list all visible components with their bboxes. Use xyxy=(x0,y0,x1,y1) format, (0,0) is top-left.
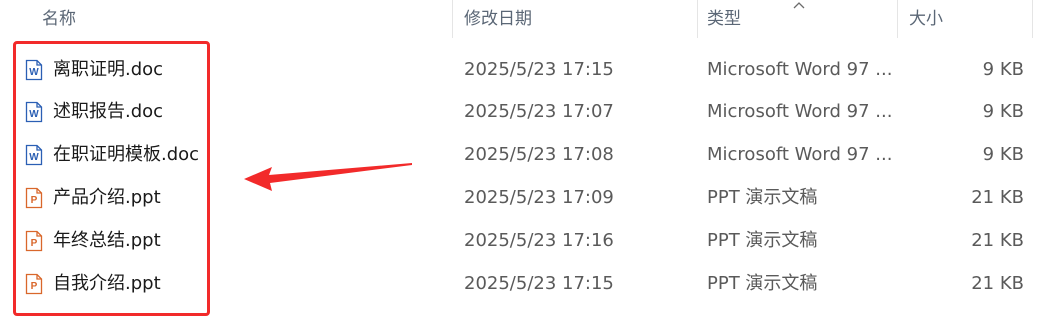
svg-text:P: P xyxy=(31,281,38,292)
file-type: Microsoft Word 97 ... xyxy=(707,144,892,165)
file-name: 自我介绍.ppt xyxy=(53,273,161,294)
column-divider[interactable] xyxy=(1032,0,1033,38)
file-name: 在职证明模板.doc xyxy=(53,144,200,165)
svg-text:W: W xyxy=(29,109,39,120)
file-size: 21 KB xyxy=(971,230,1024,251)
svg-text:W: W xyxy=(29,67,39,78)
file-type: Microsoft Word 97 ... xyxy=(707,59,892,80)
column-header-name[interactable]: 名称 xyxy=(42,0,442,38)
ppt-file-icon: P xyxy=(25,273,43,295)
file-date-modified: 2025/5/23 17:07 xyxy=(464,101,614,122)
sort-ascending-icon xyxy=(793,2,805,9)
file-size: 21 KB xyxy=(971,273,1024,294)
file-type: PPT 演示文稿 xyxy=(707,230,818,251)
file-type: Microsoft Word 97 ... xyxy=(707,101,892,122)
file-name: 述职报告.doc xyxy=(53,101,164,122)
file-row[interactable]: P 年终总结.ppt 2025/5/23 17:16 PPT 演示文稿 21 K… xyxy=(0,219,1041,262)
word-doc-icon: W xyxy=(25,59,43,81)
file-date-modified: 2025/5/23 17:08 xyxy=(464,144,614,165)
word-doc-icon: W xyxy=(25,144,43,166)
file-name: 离职证明.doc xyxy=(53,59,164,80)
file-row[interactable]: W 述职报告.doc 2025/5/23 17:07 Microsoft Wor… xyxy=(0,90,1041,133)
svg-text:W: W xyxy=(29,152,39,163)
column-header-size[interactable]: 大小 xyxy=(909,0,1029,38)
file-size: 21 KB xyxy=(971,187,1024,208)
column-header-bar: 名称 修改日期 类型 大小 xyxy=(0,0,1041,38)
svg-text:P: P xyxy=(31,195,38,206)
column-header-date-modified[interactable]: 修改日期 xyxy=(464,0,694,38)
file-name: 产品介绍.ppt xyxy=(53,187,161,208)
word-doc-icon: W xyxy=(25,101,43,123)
file-size: 9 KB xyxy=(982,101,1024,122)
file-row[interactable]: W 在职证明模板.doc 2025/5/23 17:08 Microsoft W… xyxy=(0,133,1041,176)
column-divider[interactable] xyxy=(452,0,453,38)
column-divider[interactable] xyxy=(897,0,898,38)
file-row[interactable]: P 产品介绍.ppt 2025/5/23 17:09 PPT 演示文稿 21 K… xyxy=(0,176,1041,219)
file-date-modified: 2025/5/23 17:09 xyxy=(464,187,614,208)
svg-text:P: P xyxy=(31,238,38,249)
column-divider[interactable] xyxy=(697,0,698,38)
file-type: PPT 演示文稿 xyxy=(707,187,818,208)
file-size: 9 KB xyxy=(982,144,1024,165)
file-row[interactable]: P 自我介绍.ppt 2025/5/23 17:15 PPT 演示文稿 21 K… xyxy=(0,262,1041,305)
ppt-file-icon: P xyxy=(25,187,43,209)
file-name: 年终总结.ppt xyxy=(53,230,161,251)
file-list-view: 名称 修改日期 类型 大小 W 离职证明.doc 2025/5/23 17:15… xyxy=(0,0,1041,327)
ppt-file-icon: P xyxy=(25,230,43,252)
file-row[interactable]: W 离职证明.doc 2025/5/23 17:15 Microsoft Wor… xyxy=(0,48,1041,91)
file-type: PPT 演示文稿 xyxy=(707,273,818,294)
file-date-modified: 2025/5/23 17:15 xyxy=(464,273,614,294)
file-size: 9 KB xyxy=(982,59,1024,80)
file-date-modified: 2025/5/23 17:16 xyxy=(464,230,614,251)
file-date-modified: 2025/5/23 17:15 xyxy=(464,59,614,80)
